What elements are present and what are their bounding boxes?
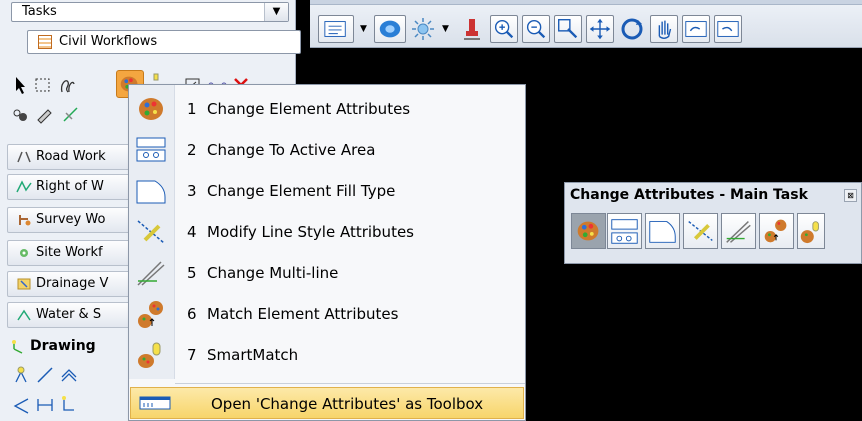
menu-item-label: Match Element Attributes <box>207 305 399 323</box>
menu-item-change-element-attributes[interactable]: 1 Change Element Attributes <box>129 89 525 129</box>
previous-view-icon[interactable] <box>682 15 710 43</box>
road-icon <box>16 150 32 164</box>
lasso-icon[interactable] <box>56 74 78 96</box>
group-label: Road Work <box>36 149 106 164</box>
smartmatch-icon[interactable] <box>797 213 825 249</box>
change-attributes-toolbox[interactable]: Change Attributes - Main Task ⊠ <box>564 182 862 264</box>
zoom-out-icon[interactable] <box>522 15 550 43</box>
place-line-icon[interactable] <box>34 364 56 386</box>
palette-icon[interactable] <box>571 213 606 249</box>
menu-item-label: Change Element Attributes <box>207 100 411 118</box>
menu-item-label: Change Multi-line <box>207 264 339 282</box>
line-style-icon <box>135 216 167 248</box>
menu-item-number: 4 <box>187 223 197 241</box>
fill-type-icon[interactable] <box>645 213 680 249</box>
right-of-way-icon <box>16 180 32 194</box>
survey-icon <box>16 213 32 227</box>
menu-item-number: 3 <box>187 182 197 200</box>
active-area-icon[interactable] <box>607 213 642 249</box>
modify-icon[interactable] <box>60 104 82 126</box>
smartmatch-icon <box>135 339 167 371</box>
fit-view-icon[interactable] <box>586 15 614 43</box>
civil-workflows-label: Civil Workflows <box>59 34 158 49</box>
menu-item-number: 6 <box>187 305 197 323</box>
menu-item-label: Change Element Fill Type <box>207 182 396 200</box>
tasks-dropdown-label: Tasks <box>22 4 57 19</box>
select-element-icon[interactable] <box>10 74 32 96</box>
toolbox-title: Change Attributes - Main Task <box>570 187 808 203</box>
group-label: Drainage V <box>36 276 109 291</box>
drawing-label: Drawing <box>30 338 96 354</box>
chevron-down-icon[interactable]: ▼ <box>264 3 288 21</box>
place-multiline-icon[interactable] <box>58 364 80 386</box>
menu-item-label: SmartMatch <box>207 346 299 364</box>
active-area-icon <box>135 134 167 166</box>
toolbar-strip <box>310 0 862 5</box>
menu-item-number: 7 <box>187 346 197 364</box>
view-toolbar: ▼ ▼ <box>310 0 862 48</box>
menu-item-number: 5 <box>187 264 197 282</box>
rotate-view-icon[interactable] <box>618 15 646 43</box>
open-as-toolbox-item[interactable]: Open 'Change Attributes' as Toolbox <box>130 387 524 419</box>
drainage-icon <box>16 277 32 291</box>
menu-item-label: Modify Line Style Attributes <box>207 223 414 241</box>
dimension-icon[interactable] <box>34 394 56 416</box>
curve-icon[interactable] <box>58 394 80 416</box>
multiline-icon[interactable] <box>721 213 756 249</box>
toolbox-icon <box>139 394 171 412</box>
palette-icon <box>135 93 167 125</box>
menu-item-label: Change To Active Area <box>207 141 376 159</box>
tasks-dropdown[interactable]: Tasks ▼ <box>11 2 289 22</box>
menu-item-change-element-fill-type[interactable]: 3 Change Element Fill Type <box>129 171 525 211</box>
edit-text-icon[interactable] <box>34 104 56 126</box>
group-label: Water & S <box>36 307 102 322</box>
line-style-icon[interactable] <box>683 213 718 249</box>
drawing-pen-icon <box>10 339 26 355</box>
zoom-in-icon[interactable] <box>490 15 518 43</box>
menu-item-change-to-active-area[interactable]: 2 Change To Active Area <box>129 130 525 170</box>
next-view-icon[interactable] <box>714 15 742 43</box>
reference-icon[interactable] <box>10 104 32 126</box>
open-as-toolbox-label: Open 'Change Attributes' as Toolbox <box>211 395 484 413</box>
water-icon <box>16 308 32 322</box>
attributes-view-icon[interactable] <box>318 15 354 43</box>
fill-type-icon <box>135 175 167 207</box>
menu-item-number: 2 <box>187 141 197 159</box>
site-icon <box>16 246 32 260</box>
workflow-icon <box>38 35 52 49</box>
menu-item-number: 1 <box>187 100 197 118</box>
menu-item-modify-line-style-attributes[interactable]: 4 Modify Line Style Attributes <box>129 212 525 252</box>
window-area-icon[interactable] <box>554 15 582 43</box>
close-icon[interactable]: ⊠ <box>844 189 857 202</box>
place-point-icon[interactable] <box>10 364 32 386</box>
multiline-icon <box>135 257 167 289</box>
menu-separator <box>175 383 525 384</box>
level-display-icon[interactable] <box>374 15 406 43</box>
chevron-down-icon[interactable]: ▼ <box>442 24 449 34</box>
menu-item-match-element-attributes[interactable]: 6 Match Element Attributes <box>129 294 525 334</box>
fence-icon[interactable] <box>32 74 54 96</box>
match-attributes-icon[interactable] <box>759 213 794 249</box>
paint-brush-icon[interactable] <box>458 15 486 43</box>
civil-workflows-tab[interactable]: Civil Workflows <box>27 30 301 54</box>
angle-icon[interactable] <box>10 394 32 416</box>
change-attributes-menu: 1 Change Element Attributes 2 Change To … <box>128 84 526 421</box>
chevron-down-icon[interactable]: ▼ <box>360 24 367 34</box>
light-icon[interactable] <box>408 15 438 43</box>
group-label: Right of W <box>36 179 104 194</box>
group-label: Survey Wo <box>36 212 106 227</box>
menu-item-change-multi-line[interactable]: 5 Change Multi-line <box>129 253 525 293</box>
menu-item-smartmatch[interactable]: 7 SmartMatch <box>129 335 525 375</box>
pan-icon[interactable] <box>650 15 678 43</box>
group-label: Site Workf <box>36 245 103 260</box>
match-attributes-icon <box>135 298 167 330</box>
